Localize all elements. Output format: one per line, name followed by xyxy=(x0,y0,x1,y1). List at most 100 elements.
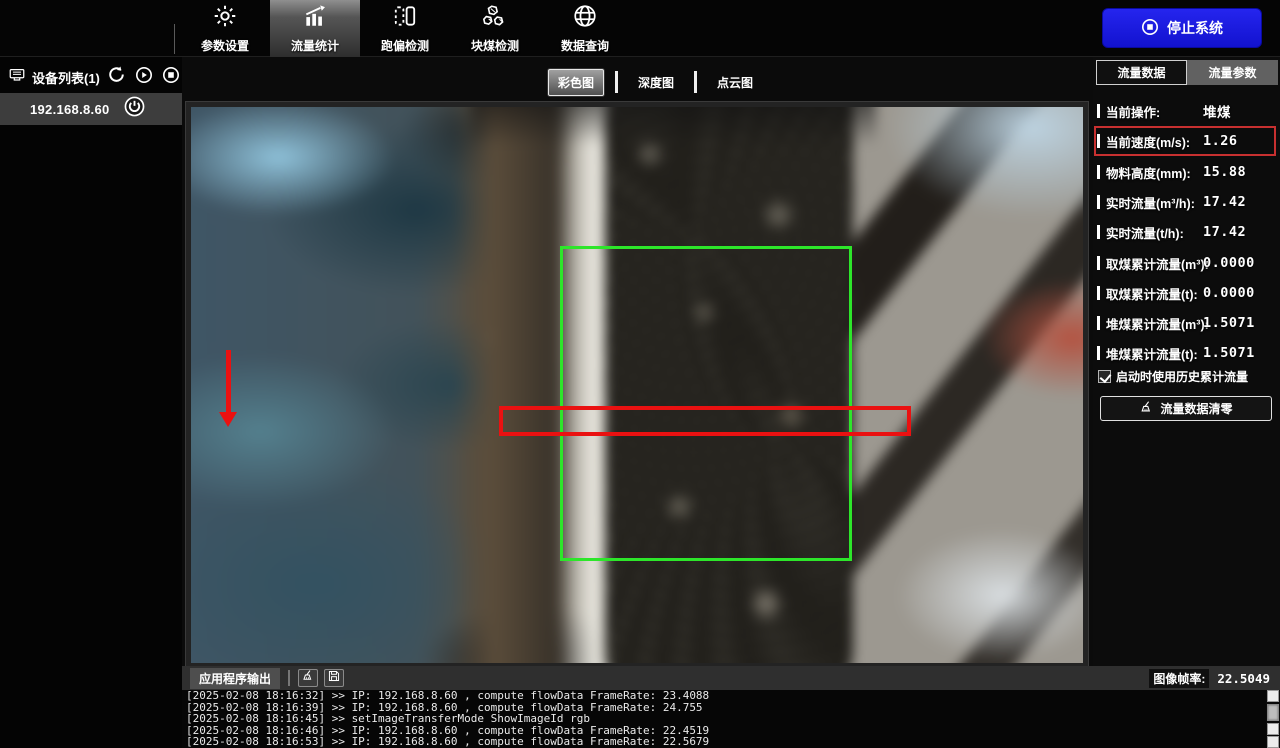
main-nav: 参数设置 流量统计 跑偏检测 块煤检测 数据查询 xyxy=(180,0,630,57)
clear-log-button[interactable] xyxy=(298,669,318,687)
tab-flow-parameters[interactable]: 流量参数 xyxy=(1187,60,1278,85)
row-value: 17.42 xyxy=(1203,224,1246,240)
device-list-title: 设备列表(1) xyxy=(32,68,100,87)
stop-system-button[interactable]: 停止系统 xyxy=(1102,8,1262,48)
row-stack-total-m3: 堆煤累计流量(m³):1.5071 xyxy=(1097,312,1277,334)
frame-rate-label: 图像帧率: xyxy=(1149,669,1209,688)
coal-lump-icon xyxy=(482,3,508,34)
play-circle-icon xyxy=(135,66,153,89)
nav-label: 数据查询 xyxy=(561,37,609,54)
nav-item-data-query[interactable]: 数据查询 xyxy=(540,0,630,57)
clear-flow-data-button[interactable]: 流量数据清零 xyxy=(1100,396,1272,421)
tab-flow-data[interactable]: 流量数据 xyxy=(1096,60,1187,85)
tab-separator xyxy=(694,71,697,93)
nav-label: 流量统计 xyxy=(291,37,339,54)
nav-item-flow-statistics[interactable]: 流量统计 xyxy=(270,0,360,57)
row-label: 堆煤累计流量(m³): xyxy=(1106,314,1209,333)
broom-icon xyxy=(1139,400,1154,418)
row-current-speed: 当前速度(m/s): 1.26 xyxy=(1097,130,1277,152)
row-reclaim-total-t: 取煤累计流量(t): 0.0000 xyxy=(1097,282,1277,304)
stop-system-label: 停止系统 xyxy=(1167,18,1223,38)
clear-flow-data-label: 流量数据清零 xyxy=(1160,400,1232,417)
save-icon xyxy=(327,669,341,688)
nav-item-deviation-detection[interactable]: 跑偏检测 xyxy=(360,0,450,57)
toolbar-divider xyxy=(174,24,175,54)
row-marker xyxy=(1097,225,1100,239)
direction-arrow xyxy=(226,350,231,414)
stop-circle-icon xyxy=(162,66,180,89)
row-reclaim-total-m3: 取煤累计流量(m³):0.0000 xyxy=(1097,252,1277,274)
flow-data-panel: 流量数据 流量参数 当前操作:堆煤 当前速度(m/s):1.26 物料高度(mm… xyxy=(1093,57,1280,666)
log-line: [2025-02-08 18:16:32] >> IP: 192.168.8.6… xyxy=(182,690,1280,702)
direction-arrow-head xyxy=(219,412,237,427)
row-marker xyxy=(1097,256,1100,270)
nav-item-parameter-settings[interactable]: 参数设置 xyxy=(180,0,270,57)
application-output-tab[interactable]: 应用程序输出 xyxy=(190,668,280,689)
stop-button[interactable] xyxy=(161,66,182,88)
tab-pointcloud-image[interactable]: 点云图 xyxy=(708,70,762,95)
measure-red-rect xyxy=(499,406,911,436)
row-label: 实时流量(t/h): xyxy=(1106,223,1184,242)
row-marker xyxy=(1097,134,1100,148)
scrollbar-thumb[interactable] xyxy=(1267,704,1279,721)
row-realtime-flow-m3: 实时流量(m³/h): 17.42 xyxy=(1097,191,1277,213)
row-label: 物料高度(mm): xyxy=(1106,163,1191,182)
row-label: 实时流量(m³/h): xyxy=(1106,193,1195,212)
nav-label: 参数设置 xyxy=(201,37,249,54)
row-marker xyxy=(1097,165,1100,179)
play-button[interactable] xyxy=(133,66,154,88)
power-icon xyxy=(124,96,145,122)
row-stack-total-t: 堆煤累计流量(t): 1.5071 xyxy=(1097,342,1277,364)
row-label: 当前速度(m/s): xyxy=(1106,132,1190,151)
row-label: 取煤累计流量(m³): xyxy=(1106,254,1209,273)
row-marker xyxy=(1097,195,1100,209)
row-label: 取煤累计流量(t): xyxy=(1106,284,1198,303)
refresh-icon xyxy=(107,65,126,89)
bar-chart-icon xyxy=(302,3,328,34)
log-toolbar: 应用程序输出 图像帧率: 22.5049 xyxy=(182,666,1280,690)
tab-depth-image[interactable]: 深度图 xyxy=(629,70,683,95)
scrollbar-down-button[interactable] xyxy=(1267,723,1279,735)
device-ip: 192.168.8.60 xyxy=(30,102,110,117)
scrollbar-up-button[interactable] xyxy=(1267,690,1279,702)
frame-rate-readout: 图像帧率: 22.5049 xyxy=(1149,669,1270,688)
belt-deviation-icon xyxy=(392,3,418,34)
row-marker xyxy=(1097,104,1100,118)
log-scrollbar[interactable] xyxy=(1266,690,1280,748)
device-power-button[interactable] xyxy=(124,96,145,122)
row-value: 1.5071 xyxy=(1203,315,1255,331)
image-mode-tabs: 彩色图 深度图 点云图 xyxy=(548,68,762,96)
app-window: 参数设置 流量统计 跑偏检测 块煤检测 数据查询 停止系统 xyxy=(0,0,1280,748)
tab-separator xyxy=(615,71,618,93)
refresh-button[interactable] xyxy=(106,66,127,88)
row-marker xyxy=(1097,316,1100,330)
log-output[interactable]: [2025-02-08 18:16:32] >> IP: 192.168.8.6… xyxy=(182,690,1280,748)
stop-icon xyxy=(1141,18,1159,39)
camera-image xyxy=(191,107,1083,663)
history-flow-checkbox[interactable] xyxy=(1098,370,1111,383)
log-line: [2025-02-08 18:16:53] >> IP: 192.168.8.6… xyxy=(182,736,1280,748)
device-item[interactable]: 192.168.8.60 xyxy=(0,93,182,125)
row-value: 17.42 xyxy=(1203,194,1246,210)
tab-color-image[interactable]: 彩色图 xyxy=(548,69,604,96)
row-marker xyxy=(1097,346,1100,360)
device-list-header: 设备列表(1) xyxy=(0,61,182,93)
row-material-height: 物料高度(mm):15.88 xyxy=(1097,161,1277,183)
log-toolbar-divider xyxy=(288,670,290,686)
device-sidebar: 设备列表(1) 192.168.8.60 xyxy=(0,57,182,748)
row-value: 1.26 xyxy=(1203,133,1238,149)
roi-green-rect xyxy=(560,246,852,561)
nav-label: 块煤检测 xyxy=(471,37,519,54)
row-label: 堆煤累计流量(t): xyxy=(1106,344,1198,363)
row-realtime-flow-t: 实时流量(t/h): 17.42 xyxy=(1097,221,1277,243)
frame-rate-value: 22.5049 xyxy=(1217,671,1270,686)
globe-icon xyxy=(572,3,598,34)
row-value: 0.0000 xyxy=(1203,285,1255,301)
scene-region xyxy=(853,107,1083,663)
row-value: 1.5071 xyxy=(1203,345,1255,361)
scene-region xyxy=(471,107,876,146)
device-monitor-icon xyxy=(8,66,26,89)
resize-corner[interactable] xyxy=(1267,736,1279,748)
nav-item-coal-lump-detection[interactable]: 块煤检测 xyxy=(450,0,540,57)
save-log-button[interactable] xyxy=(324,669,344,687)
